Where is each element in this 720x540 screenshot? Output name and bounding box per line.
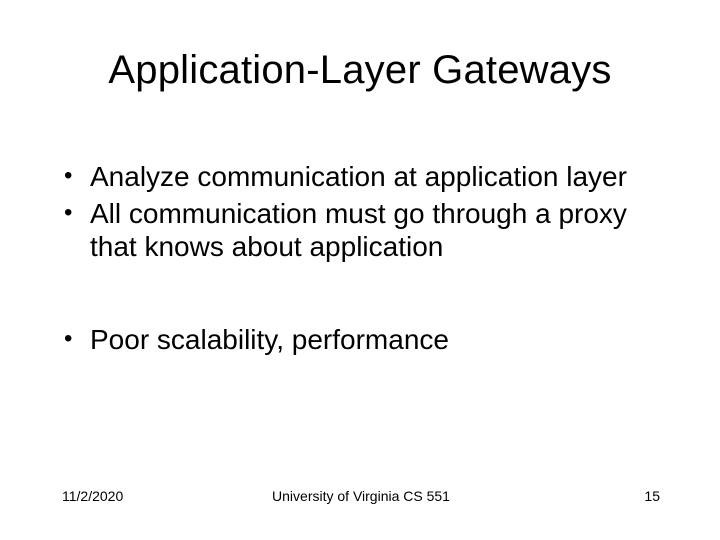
footer-center: University of Virginia CS 551 (62, 488, 660, 504)
bullet-list-2: Poor scalability, performance (62, 323, 660, 356)
bullet-item: All communication must go through a prox… (62, 197, 660, 263)
slide-title: Application-Layer Gateways (0, 48, 720, 93)
bullet-item: Poor scalability, performance (62, 323, 660, 356)
footer-date: 11/2/2020 (62, 488, 123, 504)
bullet-list-1: Analyze communication at application lay… (62, 160, 660, 263)
slide-body: Analyze communication at application lay… (62, 160, 660, 360)
slide-footer: 11/2/2020 University of Virginia CS 551 … (62, 488, 660, 504)
bullet-gap (62, 267, 660, 323)
footer-page-number: 15 (644, 488, 660, 504)
bullet-item: Analyze communication at application lay… (62, 160, 660, 193)
slide: Application-Layer Gateways Analyze commu… (0, 0, 720, 540)
